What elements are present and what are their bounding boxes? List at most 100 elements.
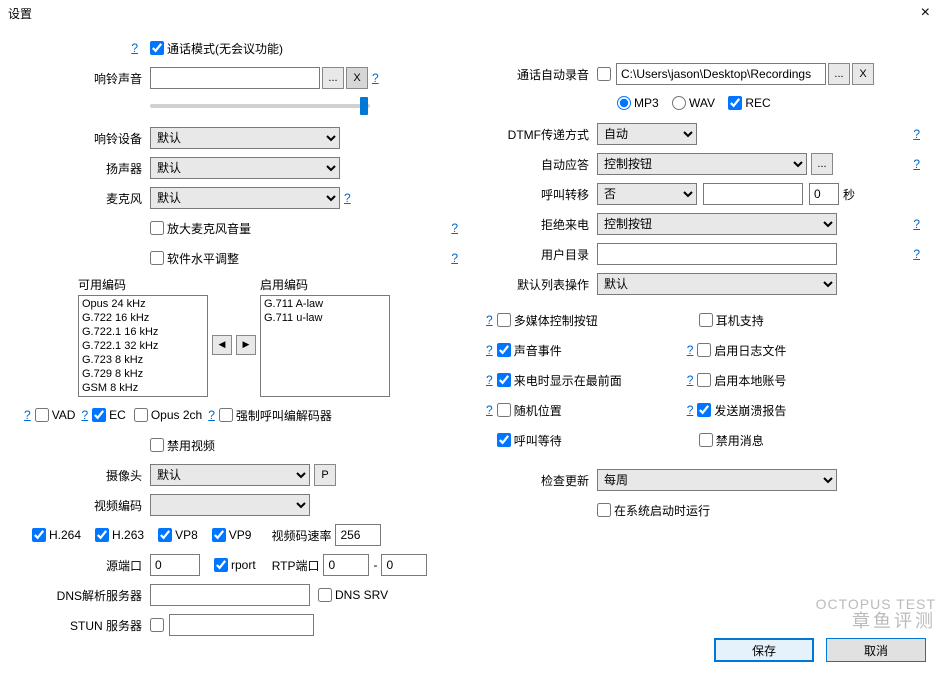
help-link[interactable]: ? bbox=[482, 373, 497, 387]
volume-slider[interactable] bbox=[150, 104, 370, 108]
help-link[interactable]: ? bbox=[909, 157, 924, 171]
list-item[interactable]: G.722 16 kHz bbox=[80, 311, 206, 325]
rtp-port-a-input[interactable] bbox=[323, 554, 369, 576]
stun-input[interactable] bbox=[169, 614, 314, 636]
enable-log-checkbox[interactable]: 启用日志文件 bbox=[697, 342, 786, 359]
help-link[interactable]: ? bbox=[340, 191, 355, 205]
video-codec-select[interactable] bbox=[150, 494, 310, 516]
run-on-startup-checkbox[interactable]: 在系统启动时运行 bbox=[597, 502, 710, 519]
list-item[interactable]: Opus 24 kHz bbox=[80, 297, 206, 311]
dtmf-select[interactable]: 自动 bbox=[597, 123, 697, 145]
rtp-port-label: RTP端口 bbox=[272, 557, 320, 574]
move-right-button[interactable]: ▶ bbox=[236, 335, 256, 355]
list-item[interactable]: G.711 A-law bbox=[262, 297, 388, 311]
user-dir-label: 用户目录 bbox=[482, 246, 597, 263]
help-link[interactable]: ? bbox=[909, 127, 924, 141]
stun-label: STUN 服务器 bbox=[20, 617, 150, 634]
force-codec-checkbox[interactable]: 强制呼叫编解码器 bbox=[219, 407, 332, 424]
available-codecs-list[interactable]: Opus 24 kHz G.722 16 kHz G.722.1 16 kHz … bbox=[78, 295, 208, 397]
list-item[interactable]: G.729 8 kHz bbox=[80, 367, 206, 381]
enabled-codecs-list[interactable]: G.711 A-law G.711 u-law bbox=[260, 295, 390, 397]
dns-input[interactable] bbox=[150, 584, 310, 606]
stun-enable-checkbox[interactable] bbox=[150, 618, 167, 632]
help-link[interactable]: ? bbox=[909, 217, 924, 231]
cancel-button[interactable]: 取消 bbox=[826, 638, 926, 662]
record-path-input[interactable] bbox=[616, 63, 826, 85]
show-front-checkbox[interactable]: 来电时显示在最前面 bbox=[497, 372, 681, 389]
ec-checkbox[interactable]: EC bbox=[92, 408, 126, 422]
close-icon[interactable]: × bbox=[915, 4, 936, 22]
ring-sound-input[interactable] bbox=[150, 67, 320, 89]
browse-button[interactable]: ... bbox=[322, 67, 344, 89]
help-link[interactable]: ? bbox=[482, 313, 497, 327]
amplify-mic-checkbox[interactable]: 放大麦克风音量 bbox=[150, 220, 251, 237]
software-level-checkbox[interactable]: 软件水平调整 bbox=[150, 250, 239, 267]
source-port-input[interactable] bbox=[150, 554, 200, 576]
help-link[interactable]: ? bbox=[447, 221, 462, 235]
video-bitrate-input[interactable] bbox=[335, 524, 381, 546]
call-mode-checkbox[interactable]: 通话模式(无会议功能) bbox=[150, 40, 283, 57]
help-link[interactable]: ? bbox=[683, 343, 698, 357]
rec-checkbox[interactable]: REC bbox=[728, 96, 770, 110]
list-item[interactable]: GSM 8 kHz bbox=[80, 381, 206, 395]
help-link[interactable]: ? bbox=[683, 373, 698, 387]
vp9-checkbox[interactable]: VP9 bbox=[212, 528, 252, 542]
check-update-select[interactable]: 每周 bbox=[597, 469, 837, 491]
mp3-radio[interactable]: MP3 bbox=[617, 96, 659, 110]
mic-select[interactable]: 默认 bbox=[150, 187, 340, 209]
auto-record-label: 通话自动录音 bbox=[482, 66, 597, 83]
forward-seconds-input[interactable] bbox=[809, 183, 839, 205]
dns-srv-checkbox[interactable]: DNS SRV bbox=[318, 588, 388, 602]
rtp-port-b-input[interactable] bbox=[381, 554, 427, 576]
rport-checkbox[interactable]: rport bbox=[214, 558, 256, 572]
list-item[interactable]: G.722.1 16 kHz bbox=[80, 325, 206, 339]
reject-select[interactable]: 控制按钮 bbox=[597, 213, 837, 235]
call-waiting-checkbox[interactable]: 呼叫等待 bbox=[497, 432, 697, 449]
sound-events-checkbox[interactable]: 声音事件 bbox=[497, 342, 681, 359]
wav-radio[interactable]: WAV bbox=[672, 96, 715, 110]
vad-checkbox[interactable]: VAD bbox=[35, 408, 76, 422]
ring-device-select[interactable]: 默认 bbox=[150, 127, 340, 149]
help-link[interactable]: ? bbox=[447, 251, 462, 265]
default-list-select[interactable]: 默认 bbox=[597, 273, 837, 295]
clear-button[interactable]: X bbox=[852, 63, 874, 85]
help-link[interactable]: ? bbox=[368, 71, 383, 85]
list-item[interactable]: G.711 u-law bbox=[262, 311, 388, 325]
auto-answer-select[interactable]: 控制按钮 bbox=[597, 153, 807, 175]
more-button[interactable]: ... bbox=[811, 153, 833, 175]
h263-checkbox[interactable]: H.263 bbox=[95, 528, 144, 542]
disable-video-checkbox[interactable]: 禁用视频 bbox=[150, 437, 215, 454]
help-link[interactable]: ? bbox=[909, 247, 924, 261]
speaker-select[interactable]: 默认 bbox=[150, 157, 340, 179]
help-link[interactable]: ? bbox=[127, 41, 142, 55]
preview-button[interactable]: P bbox=[314, 464, 336, 486]
help-link[interactable]: ? bbox=[20, 408, 35, 422]
move-left-button[interactable]: ◀ bbox=[212, 335, 232, 355]
clear-button[interactable]: X bbox=[346, 67, 368, 89]
multimedia-checkbox[interactable]: 多媒体控制按钮 bbox=[497, 312, 697, 329]
forward-number-input[interactable] bbox=[703, 183, 803, 205]
help-link[interactable]: ? bbox=[482, 403, 497, 417]
headset-checkbox[interactable]: 耳机支持 bbox=[699, 312, 764, 329]
source-port-label: 源端口 bbox=[20, 557, 150, 574]
opus2ch-checkbox[interactable]: Opus 2ch bbox=[134, 408, 202, 422]
user-dir-input[interactable] bbox=[597, 243, 837, 265]
help-link[interactable]: ? bbox=[482, 343, 497, 357]
list-item[interactable]: G.722.1 32 kHz bbox=[80, 339, 206, 353]
h264-checkbox[interactable]: H.264 bbox=[32, 528, 81, 542]
save-button[interactable]: 保存 bbox=[714, 638, 814, 662]
help-link[interactable]: ? bbox=[683, 403, 698, 417]
call-forward-select[interactable]: 否 bbox=[597, 183, 697, 205]
disable-msg-checkbox[interactable]: 禁用消息 bbox=[699, 432, 764, 449]
auto-record-checkbox[interactable] bbox=[597, 67, 614, 81]
help-link[interactable]: ? bbox=[204, 408, 219, 422]
help-link[interactable]: ? bbox=[77, 408, 92, 422]
video-codec-label: 视频编码 bbox=[20, 497, 150, 514]
random-pos-checkbox[interactable]: 随机位置 bbox=[497, 402, 681, 419]
enable-local-checkbox[interactable]: 启用本地账号 bbox=[697, 372, 786, 389]
camera-select[interactable]: 默认 bbox=[150, 464, 310, 486]
browse-button[interactable]: ... bbox=[828, 63, 850, 85]
vp8-checkbox[interactable]: VP8 bbox=[158, 528, 198, 542]
list-item[interactable]: G.723 8 kHz bbox=[80, 353, 206, 367]
send-crash-checkbox[interactable]: 发送崩溃报告 bbox=[697, 402, 786, 419]
